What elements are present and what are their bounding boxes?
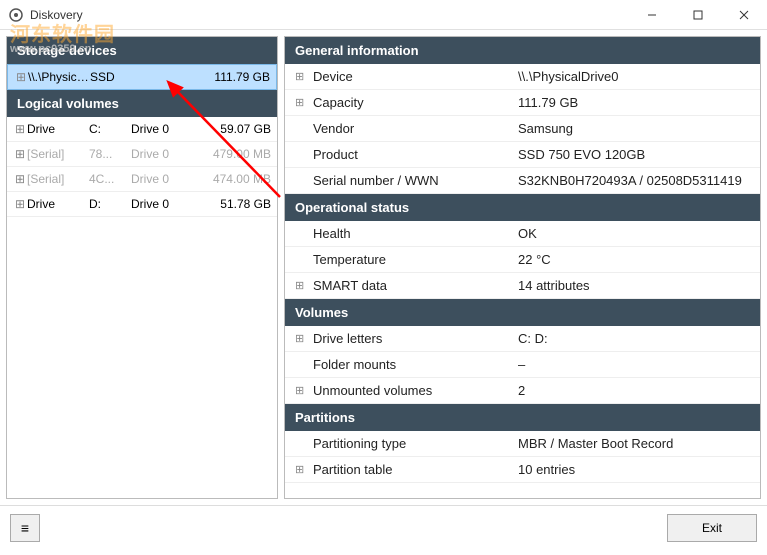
volume-letter: D: <box>89 197 131 211</box>
info-value: MBR / Master Boot Record <box>518 436 750 451</box>
volume-letter: 78... <box>89 147 131 161</box>
device-type: SSD <box>90 70 148 84</box>
info-row[interactable]: ⊞Unmounted volumes2 <box>285 378 760 404</box>
info-value: OK <box>518 226 750 241</box>
volume-size: 474.00 MB <box>189 172 271 186</box>
info-key: Drive letters <box>313 331 518 346</box>
expand-icon[interactable]: ⊞ <box>295 96 313 109</box>
info-key: Temperature <box>313 252 518 267</box>
titlebar: Diskovery <box>0 0 767 30</box>
info-key: Partition table <box>313 462 518 477</box>
info-value: SSD 750 EVO 120GB <box>518 147 750 162</box>
info-value: 2 <box>518 383 750 398</box>
info-row[interactable]: ⊞Device\\.\PhysicalDrive0 <box>285 64 760 90</box>
info-row[interactable]: Partitioning typeMBR / Master Boot Recor… <box>285 431 760 457</box>
info-key: Device <box>313 69 518 84</box>
info-value: C: D: <box>518 331 750 346</box>
device-name: \\.\Physical... <box>28 70 90 84</box>
info-key: Capacity <box>313 95 518 110</box>
info-value: 22 °C <box>518 252 750 267</box>
info-section-header: Volumes <box>285 299 760 326</box>
expand-icon[interactable]: ⊞ <box>295 70 313 83</box>
volume-row[interactable]: ⊞DriveC:Drive 059.07 GB <box>7 117 277 142</box>
info-value: 111.79 GB <box>518 95 750 110</box>
info-row[interactable]: VendorSamsung <box>285 116 760 142</box>
info-value: – <box>518 357 750 372</box>
info-row[interactable]: ProductSSD 750 EVO 120GB <box>285 142 760 168</box>
volume-size: 51.78 GB <box>189 197 271 211</box>
info-key: Health <box>313 226 518 241</box>
info-section-header: Operational status <box>285 194 760 221</box>
volume-row[interactable]: ⊞[Serial]78...Drive 0479.00 MB <box>7 142 277 167</box>
exit-button[interactable]: Exit <box>667 514 757 542</box>
expand-icon[interactable]: ⊞ <box>13 147 27 161</box>
right-panel[interactable]: General information⊞Device\\.\PhysicalDr… <box>284 36 761 499</box>
volume-drive: Drive 0 <box>131 197 189 211</box>
info-row[interactable]: ⊞Capacity111.79 GB <box>285 90 760 116</box>
info-row[interactable]: HealthOK <box>285 221 760 247</box>
volume-kind: [Serial] <box>27 147 89 161</box>
volume-size: 59.07 GB <box>189 122 271 136</box>
close-button[interactable] <box>721 0 767 30</box>
volume-letter: 4C... <box>89 172 131 186</box>
info-key: Unmounted volumes <box>313 383 518 398</box>
volume-kind: [Serial] <box>27 172 89 186</box>
info-row[interactable]: Folder mounts– <box>285 352 760 378</box>
info-row[interactable]: ⊞SMART data14 attributes <box>285 273 760 299</box>
info-row[interactable]: ⊞Partition table10 entries <box>285 457 760 483</box>
info-key: Product <box>313 147 518 162</box>
maximize-button[interactable] <box>675 0 721 30</box>
volume-size: 479.00 MB <box>189 147 271 161</box>
left-panel: Storage devices ⊞ \\.\Physical... SSD 11… <box>6 36 278 499</box>
volume-kind: Drive <box>27 122 89 136</box>
info-key: Vendor <box>313 121 518 136</box>
expand-icon[interactable]: ⊞ <box>295 384 313 397</box>
info-section-header: General information <box>285 37 760 64</box>
device-size: 111.79 GB <box>148 70 270 84</box>
volume-row[interactable]: ⊞DriveD:Drive 051.78 GB <box>7 192 277 217</box>
window-title: Diskovery <box>30 8 83 22</box>
info-section-header: Partitions <box>285 404 760 431</box>
expand-icon[interactable]: ⊞ <box>295 332 313 345</box>
info-value: 10 entries <box>518 462 750 477</box>
info-row[interactable]: ⊞Drive lettersC: D: <box>285 326 760 352</box>
expand-icon[interactable]: ⊞ <box>295 463 313 476</box>
volume-row[interactable]: ⊞[Serial]4C...Drive 0474.00 MB <box>7 167 277 192</box>
app-icon <box>8 7 24 23</box>
menu-button[interactable]: ≡ <box>10 514 40 542</box>
storage-devices-header: Storage devices <box>7 37 277 64</box>
volume-drive: Drive 0 <box>131 147 189 161</box>
info-value: S32KNB0H720493A / 02508D5311419 <box>518 173 750 188</box>
volume-drive: Drive 0 <box>131 122 189 136</box>
info-key: SMART data <box>313 278 518 293</box>
info-value: \\.\PhysicalDrive0 <box>518 69 750 84</box>
volume-drive: Drive 0 <box>131 172 189 186</box>
expand-icon[interactable]: ⊞ <box>13 122 27 136</box>
storage-device-row[interactable]: ⊞ \\.\Physical... SSD 111.79 GB <box>7 64 277 90</box>
info-key: Serial number / WWN <box>313 173 518 188</box>
info-key: Partitioning type <box>313 436 518 451</box>
expand-icon[interactable]: ⊞ <box>295 279 313 292</box>
expand-icon[interactable]: ⊞ <box>13 172 27 186</box>
expand-icon[interactable]: ⊞ <box>14 70 28 84</box>
info-value: Samsung <box>518 121 750 136</box>
minimize-button[interactable] <box>629 0 675 30</box>
info-row[interactable]: Temperature22 °C <box>285 247 760 273</box>
expand-icon[interactable]: ⊞ <box>13 197 27 211</box>
volume-letter: C: <box>89 122 131 136</box>
bottom-bar: ≡ Exit <box>0 505 767 549</box>
info-key: Folder mounts <box>313 357 518 372</box>
info-row[interactable]: Serial number / WWNS32KNB0H720493A / 025… <box>285 168 760 194</box>
logical-volumes-header: Logical volumes <box>7 90 277 117</box>
volume-kind: Drive <box>27 197 89 211</box>
info-value: 14 attributes <box>518 278 750 293</box>
